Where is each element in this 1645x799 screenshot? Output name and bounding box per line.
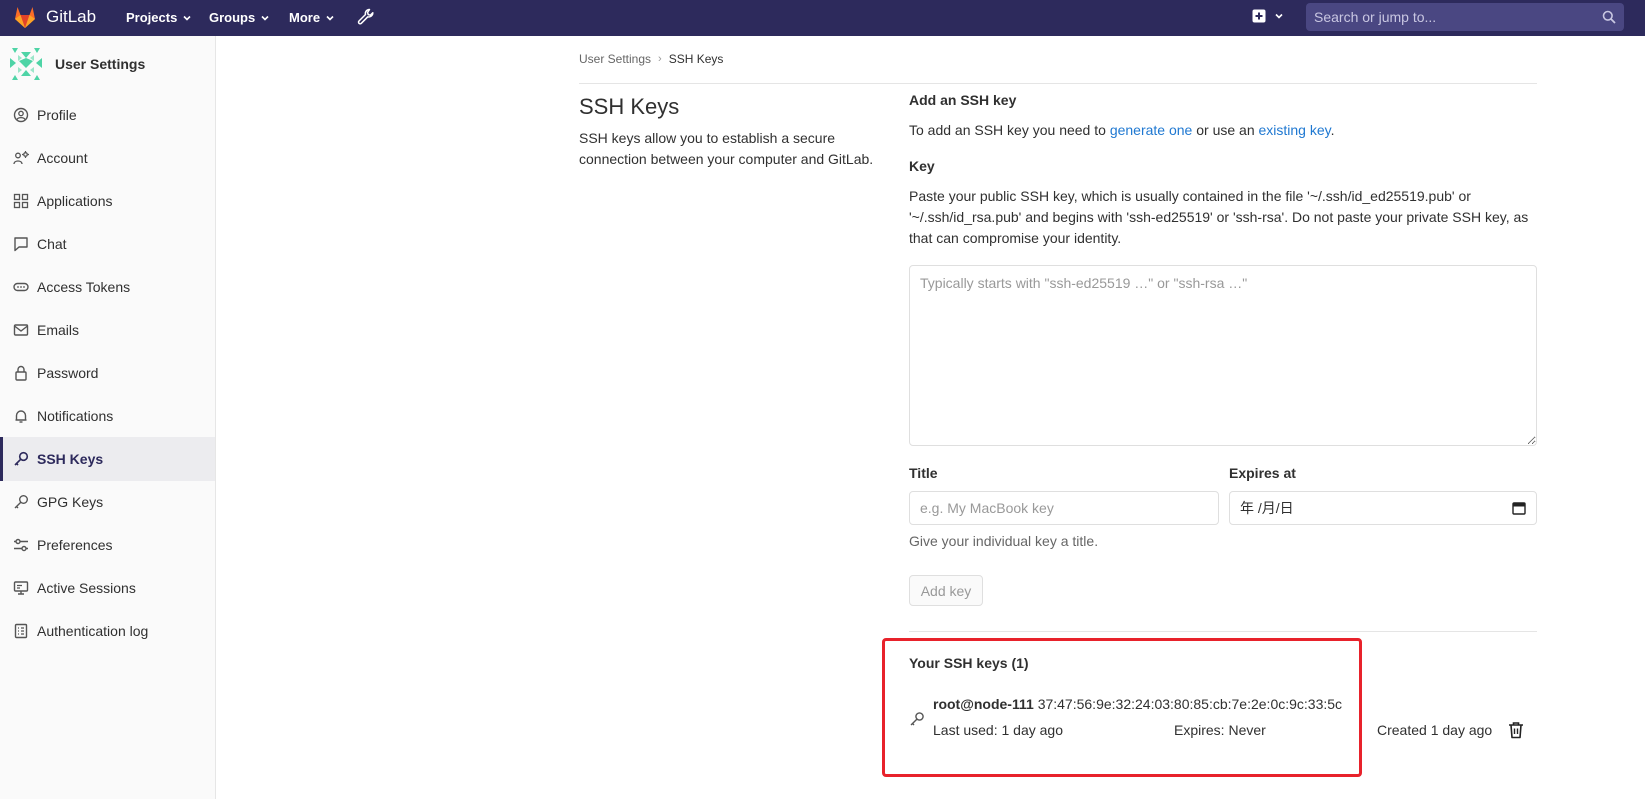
ssh-key-expires: Expires: Never	[1174, 722, 1266, 738]
preferences-icon	[14, 538, 28, 552]
sidebar-item-chat[interactable]: Chat	[0, 222, 215, 266]
sidebar-item-label: Access Tokens	[37, 279, 131, 295]
avatar	[10, 48, 42, 80]
title-input[interactable]	[909, 491, 1219, 525]
expires-at-date-input[interactable]: 年 /月/日	[1229, 491, 1537, 525]
generate-one-link[interactable]: generate one	[1110, 122, 1193, 138]
key-textarea[interactable]	[909, 265, 1537, 446]
sidebar-item-label: Notifications	[37, 408, 114, 424]
intro-text: or use an	[1192, 122, 1259, 138]
token-icon	[13, 282, 29, 292]
lock-icon	[15, 365, 27, 381]
add-key-button[interactable]: Add key	[909, 575, 983, 606]
admin-wrench-icon[interactable]	[357, 8, 375, 26]
settings-sidebar: User Settings Profile Account Applicatio…	[0, 36, 216, 799]
sidebar-item-access-tokens[interactable]: Access Tokens	[0, 265, 215, 309]
existing-key-link[interactable]: existing key	[1259, 122, 1331, 138]
key-icon	[14, 495, 28, 509]
key-icon	[910, 712, 924, 726]
sidebar-item-label: Authentication log	[37, 623, 149, 639]
sidebar-item-label: Active Sessions	[37, 580, 136, 596]
sidebar-item-password[interactable]: Password	[0, 351, 215, 395]
more-menu[interactable]: More	[289, 10, 335, 25]
groups-menu[interactable]: Groups	[209, 10, 270, 25]
your-ssh-keys-title: Your SSH keys (1)	[909, 655, 1029, 671]
ssh-key-created: Created 1 day ago	[1377, 722, 1493, 738]
projects-menu-label: Projects	[126, 10, 178, 25]
sidebar-item-label: Applications	[37, 193, 113, 209]
sidebar-item-active-sessions[interactable]: Active Sessions	[0, 566, 215, 610]
top-navbar: GitLab Projects Groups More	[0, 0, 1645, 36]
chevron-down-icon	[183, 15, 191, 21]
sidebar-item-notifications[interactable]: Notifications	[0, 394, 215, 438]
ssh-key-last-used: Last used: 1 day ago	[933, 722, 1063, 738]
intro-text: .	[1330, 122, 1335, 138]
sidebar-item-label: Account	[37, 150, 88, 166]
intro-text: To add an SSH key you need to	[909, 122, 1110, 138]
brand-name[interactable]: GitLab	[46, 7, 96, 27]
expires-at-label: Expires at	[1229, 465, 1296, 481]
breadcrumb: User Settings › SSH Keys	[579, 52, 723, 66]
page-title: SSH Keys	[579, 94, 680, 119]
sidebar-item-label: Emails	[37, 322, 80, 338]
projects-menu[interactable]: Projects	[126, 10, 192, 25]
add-key-intro: To add an SSH key you need to generate o…	[909, 122, 1335, 138]
more-menu-label: More	[289, 10, 321, 25]
monitor-icon	[13, 581, 29, 595]
divider	[579, 83, 1537, 84]
sidebar-item-applications[interactable]: Applications	[0, 179, 215, 223]
sidebar-item-preferences[interactable]: Preferences	[0, 523, 215, 567]
log-icon	[14, 623, 28, 639]
search-input[interactable]	[1306, 3, 1596, 31]
breadcrumb-user-settings[interactable]: User Settings	[579, 52, 651, 66]
ssh-key-title[interactable]: root@node-111	[933, 696, 1034, 712]
sidebar-item-label: Profile	[37, 107, 77, 123]
key-label: Key	[909, 158, 935, 174]
sidebar-item-authentication-log[interactable]: Authentication log	[0, 609, 215, 653]
user-icon	[13, 107, 29, 123]
search-box	[1306, 3, 1624, 31]
applications-icon	[13, 193, 29, 209]
date-placeholder: 年 /月/日	[1240, 500, 1294, 516]
page-description: SSH keys allow you to establish a secure…	[579, 130, 874, 167]
sidebar-item-label: Chat	[37, 236, 67, 252]
new-item-dropdown[interactable]	[1252, 9, 1284, 23]
account-icon	[13, 151, 29, 165]
sidebar-header[interactable]: User Settings	[8, 46, 145, 82]
title-hint: Give your individual key a title.	[909, 533, 1099, 549]
divider	[909, 631, 1537, 632]
title-label: Title	[909, 465, 938, 481]
sidebar-item-label: GPG Keys	[37, 494, 104, 510]
ssh-key-item[interactable]: root@node-111 37:47:56:9e:32:24:03:80:85…	[933, 696, 1342, 712]
chevron-down-icon	[261, 15, 269, 21]
mail-icon	[13, 324, 29, 336]
sidebar-item-ssh-keys[interactable]: SSH Keys	[0, 437, 215, 481]
groups-menu-label: Groups	[209, 10, 256, 25]
key-help-text: Paste your public SSH key, which is usua…	[909, 188, 1529, 246]
sidebar-item-gpg-keys[interactable]: GPG Keys	[0, 480, 215, 524]
sidebar-item-profile[interactable]: Profile	[0, 93, 215, 137]
gitlab-logo-icon[interactable]	[12, 4, 38, 30]
key-icon	[14, 451, 29, 466]
sidebar-item-label: SSH Keys	[37, 451, 104, 467]
trash-icon[interactable]	[1508, 721, 1524, 739]
breadcrumb-separator: ›	[658, 53, 662, 65]
sidebar-item-account[interactable]: Account	[0, 136, 215, 180]
chevron-down-icon	[1275, 13, 1283, 19]
search-icon[interactable]	[1602, 10, 1616, 24]
sidebar-item-emails[interactable]: Emails	[0, 308, 215, 352]
sidebar-title: User Settings	[55, 56, 146, 72]
breadcrumb-ssh-keys[interactable]: SSH Keys	[669, 52, 724, 66]
sidebar-item-label: Preferences	[37, 537, 113, 553]
plus-square-icon	[1252, 9, 1266, 23]
bell-icon	[15, 410, 27, 423]
chevron-down-icon	[326, 15, 334, 21]
ssh-key-fingerprint: 37:47:56:9e:32:24:03:80:85:cb:7e:2e:0c:9…	[1037, 696, 1343, 712]
add-key-title: Add an SSH key	[909, 92, 1017, 108]
chat-icon	[14, 237, 28, 252]
calendar-icon[interactable]	[1512, 501, 1526, 515]
sidebar-item-label: Password	[37, 365, 99, 381]
